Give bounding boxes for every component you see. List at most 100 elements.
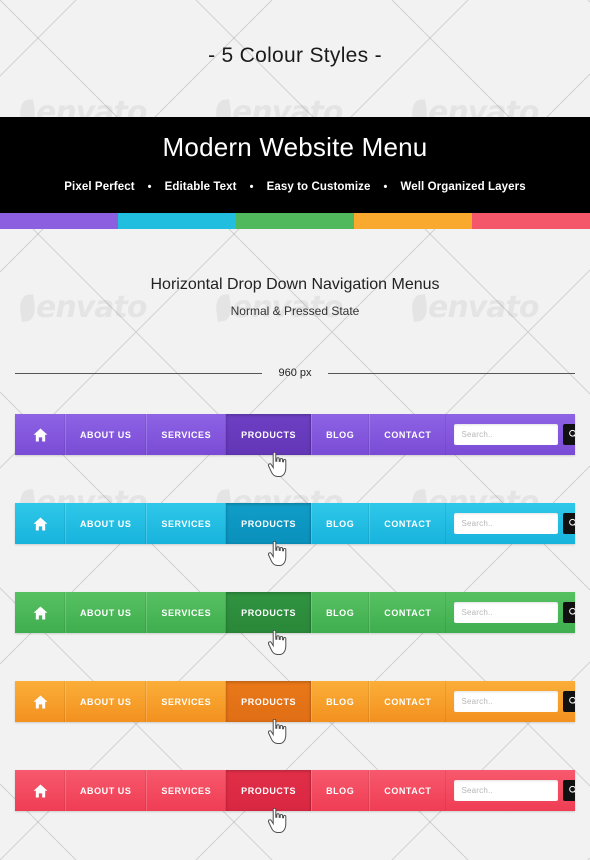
menu-item-services[interactable]: SERVICES	[146, 592, 226, 633]
menu-item-blog[interactable]: BLOG	[311, 770, 370, 811]
menu-bar-green: ABOUT US SERVICES PRODUCTS BLOG CONTACT Searc…	[15, 592, 575, 633]
menu-item-services[interactable]: SERVICES	[146, 681, 226, 722]
colour-swatch-green	[236, 213, 354, 229]
page-title: - 5 Colour Styles -	[208, 44, 382, 67]
menu-item-home[interactable]	[15, 681, 65, 722]
search-zone: Search..	[446, 681, 575, 722]
colour-swatch-cyan	[118, 213, 236, 229]
search-input[interactable]: Search..	[454, 780, 559, 801]
menu-bar-wrapper-orange: ABOUT US SERVICES PRODUCTS BLOG CONTACT Searc…	[15, 681, 575, 770]
menu-item-about-us[interactable]: ABOUT US	[65, 592, 147, 633]
menu-bar-wrapper-pink: ABOUT US SERVICES PRODUCTS BLOG CONTACT Searc…	[15, 770, 575, 859]
menu-bar-cyan: ABOUT US SERVICES PRODUCTS BLOG CONTACT Searc…	[15, 503, 575, 544]
menu-item-blog[interactable]: BLOG	[311, 414, 370, 455]
menu-item-contact[interactable]: CONTACT	[369, 681, 447, 722]
menu-item-blog[interactable]: BLOG	[311, 592, 370, 633]
search-placeholder: Search..	[461, 519, 493, 528]
measure-label: 960 px	[278, 367, 312, 379]
search-icon-svg	[569, 518, 575, 526]
menu-item-about-us[interactable]: ABOUT US	[65, 503, 147, 544]
search-button[interactable]	[563, 513, 575, 534]
banner-feature: Easy to Customize	[266, 181, 371, 193]
hero-banner: Modern Website Menu Pixel Perfect • Editab…	[0, 117, 590, 213]
watermark-cross	[528, 0, 590, 136]
menu-bar-purple: ABOUT US SERVICES PRODUCTS BLOG CONTACT Searc…	[15, 414, 575, 455]
banner-feature: Well Organized Layers	[400, 181, 526, 193]
menu-item-products[interactable]: PRODUCTS	[226, 503, 312, 544]
search-zone: Search..	[446, 770, 575, 811]
watermark-cross	[0, 0, 136, 136]
menu-bar-wrapper-green: ABOUT US SERVICES PRODUCTS BLOG CONTACT Searc…	[15, 592, 575, 681]
feature-separator-dot: •	[249, 180, 254, 193]
menu-item-blog[interactable]: BLOG	[311, 681, 370, 722]
search-zone: Search..	[446, 503, 575, 544]
menu-bar-pink: ABOUT US SERVICES PRODUCTS BLOG CONTACT Searc…	[15, 770, 575, 811]
banner-feature: Pixel Perfect	[64, 181, 135, 193]
menu-item-home[interactable]	[15, 592, 65, 633]
menu-item-about-us[interactable]: ABOUT US	[65, 414, 147, 455]
measure-rule-left	[15, 372, 263, 374]
menu-item-about-us[interactable]: ABOUT US	[65, 681, 147, 722]
search-button[interactable]	[563, 691, 575, 712]
menu-bar-orange: ABOUT US SERVICES PRODUCTS BLOG CONTACT Searc…	[15, 681, 575, 722]
menu-bar-wrapper-cyan: ABOUT US SERVICES PRODUCTS BLOG CONTACT Searc…	[15, 503, 575, 592]
menu-item-contact[interactable]: CONTACT	[369, 770, 447, 811]
home-icon-svg	[33, 517, 47, 530]
search-icon-svg	[569, 696, 575, 704]
menu-item-services[interactable]: SERVICES	[146, 503, 226, 544]
home-icon-svg	[33, 784, 47, 797]
search-button[interactable]	[563, 780, 575, 801]
pointer-hand-cursor-svg	[267, 718, 287, 744]
menu-item-home[interactable]	[15, 414, 65, 455]
measure-rule-right	[327, 372, 575, 374]
banner-title: Modern Website Menu	[162, 132, 428, 162]
pointer-hand-cursor-svg	[267, 807, 287, 833]
search-button[interactable]	[563, 424, 575, 445]
banner-feature-list: Pixel Perfect • Editable Text • Easy to Cust…	[0, 181, 590, 193]
section-title: Horizontal Drop Down Navigation Menus	[150, 276, 440, 293]
search-placeholder: Search..	[461, 608, 493, 617]
home-icon-svg	[33, 695, 47, 708]
menu-item-home[interactable]	[15, 770, 65, 811]
search-placeholder: Search..	[461, 430, 493, 439]
watermark-cross	[332, 0, 528, 136]
menu-item-products[interactable]: PRODUCTS	[226, 681, 312, 722]
menu-item-blog[interactable]: BLOG	[311, 503, 370, 544]
menu-item-home[interactable]	[15, 503, 65, 544]
menu-item-services[interactable]: SERVICES	[146, 414, 226, 455]
menu-item-products[interactable]: PRODUCTS	[226, 592, 312, 633]
menu-item-contact[interactable]: CONTACT	[369, 414, 447, 455]
menu-item-products[interactable]: PRODUCTS	[226, 770, 312, 811]
menu-item-services[interactable]: SERVICES	[146, 770, 226, 811]
feature-separator-dot: •	[147, 180, 152, 193]
search-zone: Search..	[446, 592, 575, 633]
menu-bar-list: ABOUT US SERVICES PRODUCTS BLOG CONTACT Searc…	[15, 414, 575, 859]
search-placeholder: Search..	[461, 786, 493, 795]
pointer-hand-cursor-svg	[267, 540, 287, 566]
pointer-hand-cursor	[267, 629, 287, 656]
section-subtitle: Normal & Pressed State	[230, 304, 360, 318]
search-input[interactable]: Search..	[454, 602, 559, 623]
banner-feature: Editable Text	[164, 181, 237, 193]
search-placeholder: Search..	[461, 697, 493, 706]
colour-swatch-pink	[472, 213, 590, 229]
home-icon-svg	[33, 428, 47, 441]
pointer-hand-cursor	[267, 807, 287, 834]
menu-item-contact[interactable]: CONTACT	[369, 592, 447, 633]
search-button[interactable]	[563, 602, 575, 623]
colour-swatch-strip	[0, 213, 590, 229]
colour-swatch-purple	[0, 213, 118, 229]
width-measure: 960 px	[15, 364, 575, 382]
pointer-hand-cursor-svg	[267, 451, 287, 477]
search-input[interactable]: Search..	[454, 513, 559, 534]
pointer-hand-cursor-svg	[267, 629, 287, 655]
menu-item-about-us[interactable]: ABOUT US	[65, 770, 147, 811]
search-input[interactable]: Search..	[454, 691, 559, 712]
search-input[interactable]: Search..	[454, 424, 559, 445]
colour-swatch-orange	[354, 213, 472, 229]
pointer-hand-cursor	[267, 451, 287, 478]
search-icon-svg	[569, 607, 575, 615]
menu-item-products[interactable]: PRODUCTS	[226, 414, 312, 455]
menu-item-contact[interactable]: CONTACT	[369, 503, 447, 544]
search-icon-svg	[569, 785, 575, 793]
